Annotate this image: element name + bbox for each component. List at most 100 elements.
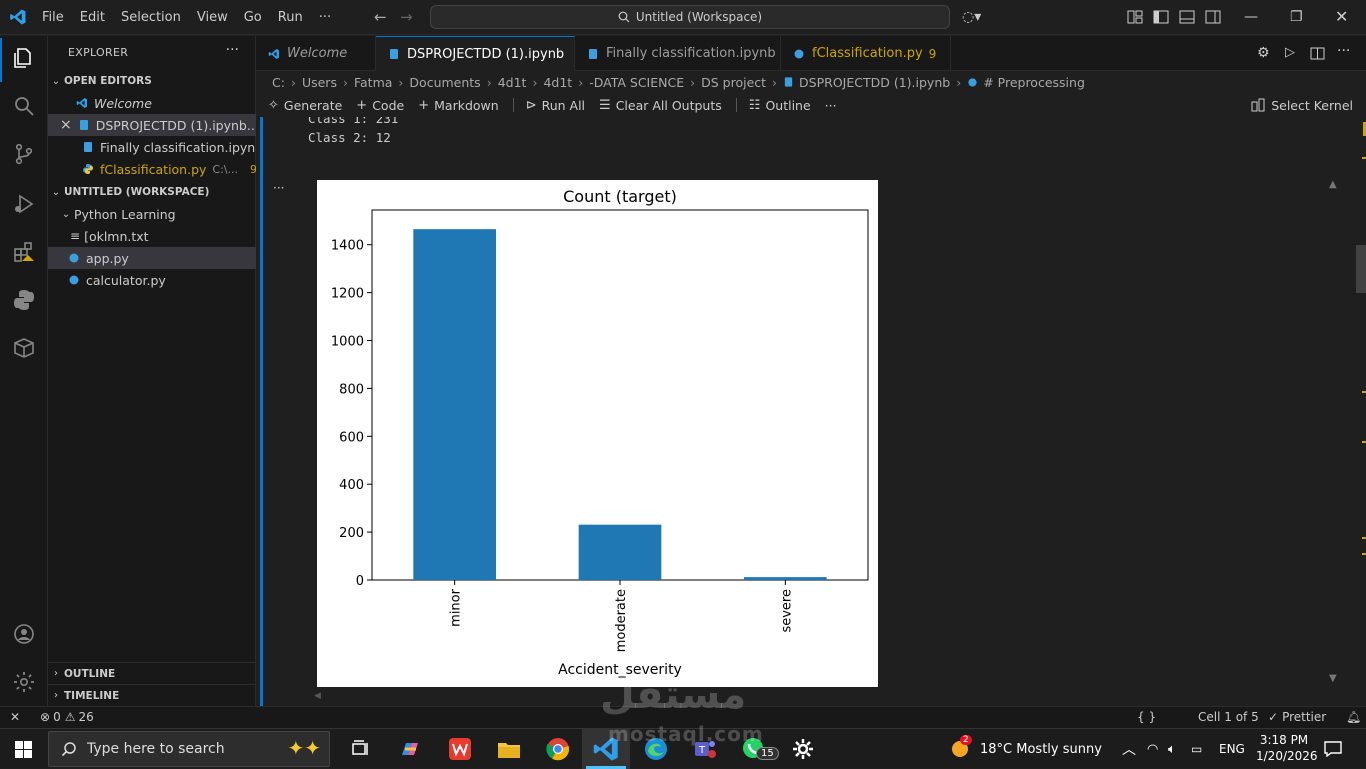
add-code-button[interactable]: + Code: [356, 98, 404, 113]
run-all-button[interactable]: ⊳ Run All: [526, 98, 585, 113]
output-more-button[interactable]: ···: [273, 181, 284, 195]
toggle-panel-icon[interactable]: [1179, 10, 1195, 24]
timeline-header[interactable]: › TIMELINE: [48, 684, 256, 706]
copilot-icon[interactable]: ◌▾: [962, 9, 981, 25]
split-editor-icon[interactable]: [1310, 47, 1325, 60]
command-center[interactable]: Untitled (Workspace): [430, 5, 950, 29]
breadcrumb-item[interactable]: DS project: [701, 75, 766, 90]
open-editor-dsprojectdd[interactable]: × DSPROJECTDD (1).ipynb...: [48, 114, 256, 136]
breadcrumb-item[interactable]: 4d1t: [543, 75, 572, 90]
task-view-icon[interactable]: [347, 735, 375, 763]
breadcrumb-item[interactable]: Users: [302, 75, 337, 90]
open-editor-fclassification[interactable]: fClassification.py C:\... 9: [48, 158, 256, 180]
tab-dsprojectdd[interactable]: DSPROJECTDD (1).ipynb ×: [376, 36, 575, 71]
file-explorer-icon[interactable]: [495, 735, 523, 763]
copilot-app-icon[interactable]: [396, 735, 424, 763]
customize-layout-icon[interactable]: [1127, 10, 1143, 24]
workspace-header[interactable]: ⌄ UNTITLED (WORKSPACE): [48, 181, 256, 203]
account-icon[interactable]: [12, 622, 36, 646]
battery-icon[interactable]: ▭: [1191, 729, 1202, 769]
restore-icon[interactable]: ❐: [1290, 9, 1303, 25]
open-editors-header[interactable]: ⌄ OPEN EDITORS: [48, 70, 256, 92]
breadcrumb-item[interactable]: -DATA SCIENCE: [589, 75, 684, 90]
breadcrumb-item[interactable]: 4d1t: [498, 75, 527, 90]
remote-explorer-icon[interactable]: [12, 336, 36, 360]
chevron-down-icon: ⌄: [61, 208, 71, 220]
close-icon[interactable]: ×: [60, 117, 72, 133]
gear-icon[interactable]: ⚙: [1257, 45, 1270, 61]
wps-office-icon[interactable]: [446, 735, 474, 763]
back-arrow-icon[interactable]: ←: [374, 8, 387, 26]
file-app-py[interactable]: app.py: [48, 247, 256, 269]
forward-arrow-icon[interactable]: →: [400, 8, 413, 26]
scroll-left-icon[interactable]: ◀: [314, 691, 321, 701]
tab-fclassification[interactable]: fClassification.py 9: [781, 36, 951, 71]
generate-button[interactable]: ✧ Generate: [268, 98, 342, 113]
menu-go[interactable]: Go: [244, 10, 262, 25]
outline-button[interactable]: ☷ Outline: [749, 98, 811, 113]
search-icon[interactable]: [12, 94, 36, 118]
explorer-title: EXPLORER: [68, 46, 129, 59]
language-braces[interactable]: { }: [1137, 710, 1156, 724]
chevron-up-icon[interactable]: ︿: [1122, 729, 1136, 769]
menu-more[interactable]: ···: [319, 10, 331, 25]
notifications-bell[interactable]: 🔔︎: [1346, 710, 1361, 724]
open-editor-finally-classification[interactable]: Finally classification.ipynb...: [48, 136, 256, 158]
explorer-more-icon[interactable]: ···: [226, 42, 239, 58]
cell-position[interactable]: Cell 1 of 5: [1198, 710, 1259, 724]
minimize-icon[interactable]: —: [1244, 9, 1258, 25]
menu-edit[interactable]: Edit: [80, 10, 105, 25]
file-oklmn[interactable]: ≡ [oklmn.txt: [48, 225, 256, 247]
menu-run[interactable]: Run: [278, 10, 303, 25]
more-label: ···: [824, 97, 837, 113]
weather-widget[interactable]: 2 18°C Mostly sunny: [948, 729, 1102, 769]
extensions-icon[interactable]: [12, 240, 36, 264]
remote-indicator[interactable]: ✕: [10, 710, 20, 724]
explorer-icon[interactable]: [12, 46, 36, 70]
breadcrumb-item[interactable]: Fatma: [354, 75, 392, 90]
toolbar-more-button[interactable]: ···: [825, 98, 837, 113]
clock[interactable]: 3:18 PM 1/20/2026: [1256, 732, 1318, 764]
volume-icon[interactable]: 🔈︎: [1168, 729, 1176, 769]
prettier-status[interactable]: ✓ Prettier: [1268, 710, 1326, 724]
windows-start-icon[interactable]: [15, 741, 32, 758]
menu-file[interactable]: File: [42, 10, 64, 25]
open-editor-welcome[interactable]: Welcome: [48, 92, 256, 114]
breadcrumb-item[interactable]: DSPROJECTDD (1).ipynb: [799, 75, 950, 90]
language-indicator[interactable]: ENG: [1219, 729, 1245, 769]
folder-python-learning[interactable]: ⌄ Python Learning: [48, 203, 256, 225]
markdown-label: Markdown: [434, 97, 499, 113]
tab-welcome[interactable]: Welcome: [256, 36, 376, 71]
wifi-icon[interactable]: ◠: [1147, 729, 1158, 769]
more-actions-icon[interactable]: ···: [1337, 43, 1350, 59]
problems-indicator[interactable]: ⊗ 0 ⚠ 26: [40, 710, 94, 724]
file-calculator-py[interactable]: calculator.py: [48, 269, 256, 291]
y-tick-label: 200: [339, 526, 364, 541]
scroll-down-icon[interactable]: ▼: [1329, 673, 1337, 684]
clear-outputs-button[interactable]: ☰ Clear All Outputs: [599, 98, 722, 113]
menu-view[interactable]: View: [197, 10, 228, 25]
scroll-up-icon[interactable]: ▲: [1329, 179, 1337, 190]
settings-gear-icon[interactable]: [789, 735, 817, 763]
run-file-icon[interactable]: ▷: [1285, 45, 1295, 60]
y-tick-label: 1400: [331, 239, 364, 254]
select-kernel-button[interactable]: Select Kernel: [1251, 94, 1353, 116]
run-debug-icon[interactable]: [12, 192, 36, 216]
chrome-icon[interactable]: [544, 735, 572, 763]
taskbar-search[interactable]: Type here to search ✦✦: [48, 731, 330, 767]
toggle-secondary-sidebar-icon[interactable]: [1205, 10, 1221, 24]
source-control-icon[interactable]: [12, 142, 36, 166]
close-window-icon[interactable]: ✕: [1335, 7, 1348, 26]
tab-finally-classification[interactable]: Finally classification.ipynb: [575, 36, 781, 71]
vertical-scrollbar-thumb[interactable]: [1356, 245, 1366, 293]
outline-header[interactable]: › OUTLINE: [48, 662, 256, 684]
breadcrumb-item[interactable]: Documents: [409, 75, 480, 90]
settings-gear-icon[interactable]: [12, 670, 36, 694]
python-icon[interactable]: [12, 288, 36, 312]
toggle-sidebar-icon[interactable]: [1153, 10, 1169, 24]
breadcrumb-item[interactable]: # Preprocessing: [983, 75, 1085, 90]
add-markdown-button[interactable]: + Markdown: [418, 98, 498, 113]
menu-selection[interactable]: Selection: [121, 10, 181, 25]
breadcrumb-item[interactable]: C:: [272, 75, 285, 90]
notification-center-icon[interactable]: [1324, 741, 1342, 757]
